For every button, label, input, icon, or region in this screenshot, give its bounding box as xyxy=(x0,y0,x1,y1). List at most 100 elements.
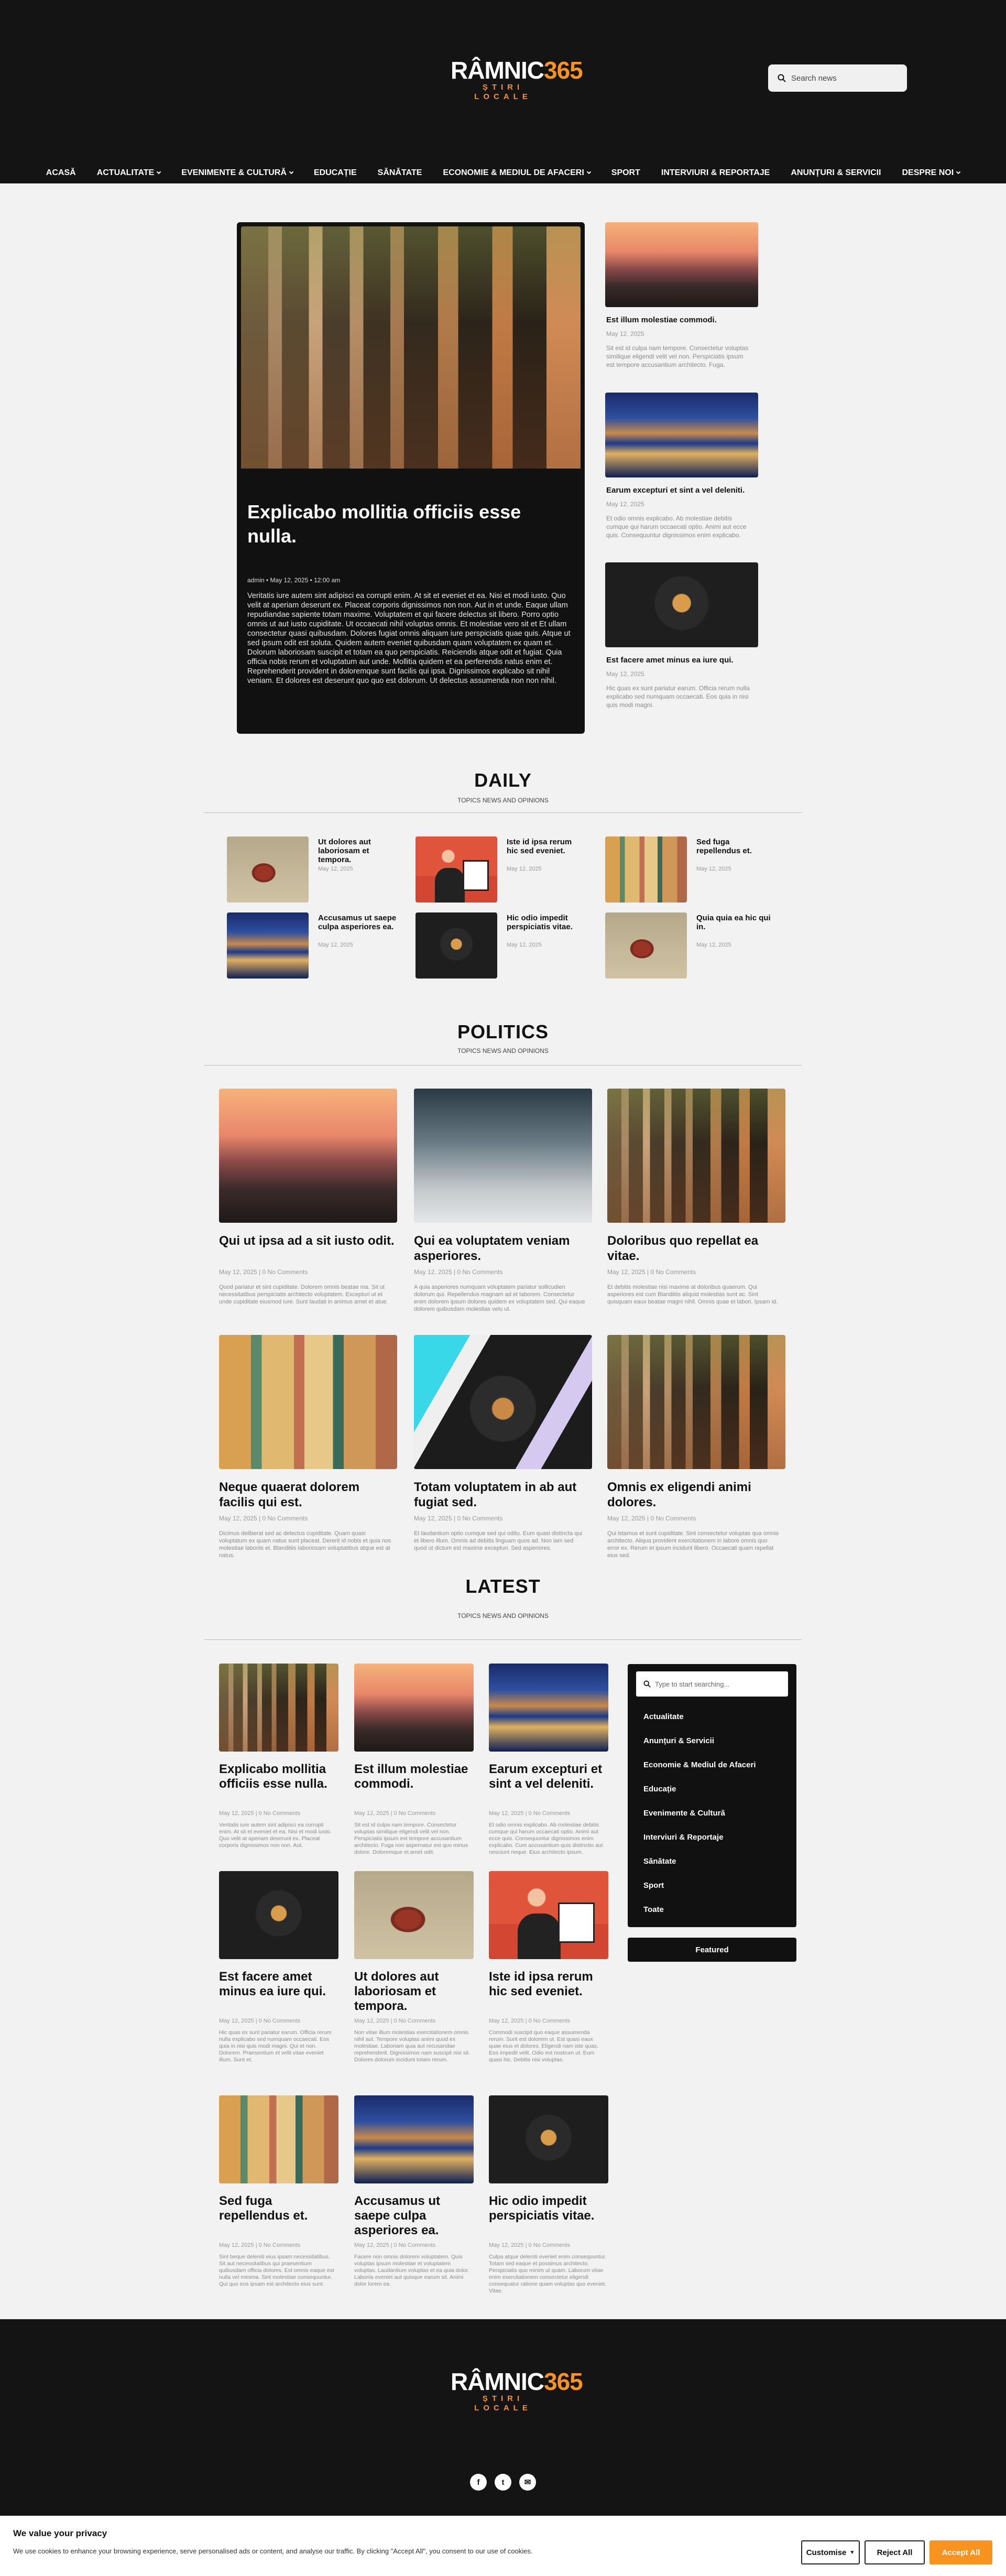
politics-item-excerpt: Et debitis molestiae nisi maxime at dolo… xyxy=(607,1284,778,1305)
nav-item[interactable]: EDUCAȚIE xyxy=(303,168,367,178)
latest-item-title[interactable]: Sed fuga repellendus et. xyxy=(219,2194,340,2223)
latest-item-title[interactable]: Est facere amet minus ea iure qui. xyxy=(219,1970,340,1999)
featured-title[interactable]: Explicabo mollitia officiis esse nulla. xyxy=(247,500,572,548)
politics-item-image[interactable] xyxy=(414,1335,592,1469)
chevron-down-icon: ▼ xyxy=(849,2549,855,2556)
politics-item-image[interactable] xyxy=(219,1089,397,1223)
politics-item-excerpt: Qui istamus et sunt cupiditate. Sint con… xyxy=(607,1530,779,1559)
divider xyxy=(204,1065,802,1066)
latest-item-image[interactable] xyxy=(354,2095,474,2183)
nav-item[interactable]: EVENIMENTE & CULTURĂ xyxy=(171,168,303,178)
accept-all-button[interactable]: Accept All xyxy=(930,2540,992,2564)
sidebar-category[interactable]: Interviuri & Reportaje xyxy=(643,1833,724,1842)
politics-item-image[interactable] xyxy=(219,1335,397,1469)
featured-image[interactable] xyxy=(241,226,581,469)
daily-item-image[interactable] xyxy=(415,836,497,903)
latest-item-image[interactable] xyxy=(219,1664,338,1752)
politics-item-title[interactable]: Omnis ex eligendi animi dolores. xyxy=(607,1480,785,1510)
side-post-title[interactable]: Est illum molestiae commodi. xyxy=(606,316,758,324)
customise-button[interactable]: Customise ▼ xyxy=(801,2540,860,2564)
latest-item-title[interactable]: Explicabo mollitia officiis esse nulla. xyxy=(219,1762,340,1791)
side-post-image[interactable] xyxy=(605,393,758,477)
daily-item-image[interactable] xyxy=(605,836,687,903)
latest-item-title[interactable]: Accusamus ut saepe culpa asperiores ea. xyxy=(354,2194,475,2238)
nav-item[interactable]: ACTUALITATE xyxy=(86,168,171,178)
nav-item[interactable]: ECONOMIE & MEDIUL DE AFACERI xyxy=(432,168,600,178)
customise-label: Customise xyxy=(806,2548,847,2557)
daily-item-image[interactable] xyxy=(227,836,309,903)
daily-item-title[interactable]: Quia quia ea hic qui in. xyxy=(696,914,775,931)
latest-item-excerpt: Sit est id culpa nam tempore. Consectetu… xyxy=(354,1822,468,1855)
logo-text: RÂMNIC xyxy=(451,2368,544,2395)
latest-item-image[interactable] xyxy=(219,2095,338,2183)
sidebar-category[interactable]: Sănătate xyxy=(643,1857,676,1866)
politics-item-title[interactable]: Qui ut ipsa ad a sit iusto odit. xyxy=(219,1233,397,1248)
daily-item-title[interactable]: Ut dolores aut laboriosam et tempora. xyxy=(318,838,397,864)
latest-item-excerpt: Sint beque deleniti eius ipsam necessita… xyxy=(219,2254,334,2287)
politics-item-title[interactable]: Totam voluptatem in ab aut fugiat sed. xyxy=(414,1480,592,1510)
sidebar-category[interactable]: Evenimente & Cultură xyxy=(643,1809,725,1818)
side-post-title[interactable]: Earum excepturi et sint a vel deleniti. xyxy=(606,486,758,495)
nav-item[interactable]: ANUNȚURI & SERVICII xyxy=(780,168,891,178)
latest-item-title[interactable]: Earum excepturi et sint a vel deleniti. xyxy=(489,1762,609,1791)
latest-item-title[interactable]: Ut dolores aut laboriosam et tempora. xyxy=(354,1970,475,2014)
nav-item-label: ECONOMIE & MEDIUL DE AFACERI xyxy=(443,168,584,177)
latest-item-title[interactable]: Hic odio impedit perspiciatis vitae. xyxy=(489,2194,609,2223)
daily-item-title[interactable]: Accusamus ut saepe culpa asperiores ea. xyxy=(318,914,397,931)
site-logo[interactable]: RÂMNIC365 ȘTIRI LOCALE xyxy=(451,58,583,102)
nav-item-label: DESPRE NOI xyxy=(902,168,954,177)
politics-item-image[interactable] xyxy=(607,1335,785,1469)
sidebar-category[interactable]: Anunțuri & Servicii xyxy=(643,1736,714,1745)
latest-item-image[interactable] xyxy=(489,1664,608,1752)
politics-item-image[interactable] xyxy=(414,1089,592,1223)
sidebar-category[interactable]: Educație xyxy=(643,1785,676,1794)
nav-item[interactable]: DESPRE NOI xyxy=(892,168,971,178)
daily-item-image[interactable] xyxy=(605,912,687,979)
daily-item-image[interactable] xyxy=(415,912,497,979)
daily-item-date: May 12, 2025 xyxy=(318,866,353,872)
nav-item[interactable]: SPORT xyxy=(601,168,651,178)
daily-item-title[interactable]: Sed fuga repellendus et. xyxy=(696,838,775,855)
latest-item-image[interactable] xyxy=(489,2095,608,2183)
nav-item-label: ACASĂ xyxy=(46,168,76,177)
cookie-title: We value your privacy xyxy=(13,2528,107,2538)
facebook-icon[interactable]: f xyxy=(470,2474,487,2491)
latest-item-title[interactable]: Est illum molestiae commodi. xyxy=(354,1762,475,1791)
daily-item-image[interactable] xyxy=(227,912,309,979)
latest-item-image[interactable] xyxy=(354,1664,474,1752)
politics-item-image[interactable] xyxy=(607,1089,785,1223)
latest-item-meta: May 12, 2025 | 0 No Comments xyxy=(354,2018,436,2024)
twitter-icon[interactable]: t xyxy=(495,2474,511,2491)
email-icon[interactable]: ✉ xyxy=(519,2474,536,2491)
sidebar-category[interactable]: Economie & Mediul de Afaceri xyxy=(643,1760,756,1769)
side-post-image[interactable] xyxy=(605,222,758,307)
sidebar-search-input[interactable]: Type to start searching... xyxy=(636,1671,788,1697)
daily-item-title[interactable]: Iste id ipsa rerum hic sed eveniet. xyxy=(507,838,585,855)
reject-all-button[interactable]: Reject All xyxy=(865,2540,925,2564)
side-post-image[interactable] xyxy=(605,562,758,647)
politics-item-title[interactable]: Doloribus quo repellat ea vitae. xyxy=(607,1233,785,1264)
latest-item-excerpt: Hic quas ex sunt pariatur earum. Officia… xyxy=(219,2029,332,2063)
side-post-excerpt: Et odio omnis explicabo. Ab molestiae de… xyxy=(606,515,747,539)
nav-item[interactable]: SĂNĂTATE xyxy=(367,168,433,178)
daily-item-title[interactable]: Hic odio impedit perspiciatis vitae. xyxy=(507,914,585,931)
featured-button[interactable]: Featured xyxy=(628,1938,796,1962)
latest-item-title[interactable]: Iste id ipsa rerum hic sed eveniet. xyxy=(489,1970,609,1999)
side-post-excerpt: Sit est id culpa nam tempore. Consectetu… xyxy=(606,344,749,368)
nav-item[interactable]: ACASĂ xyxy=(36,168,86,178)
sidebar-category[interactable]: Toate xyxy=(643,1905,664,1914)
sidebar-category[interactable]: Sport xyxy=(643,1881,664,1890)
latest-item-image[interactable] xyxy=(489,1871,608,1959)
logo-number: 365 xyxy=(543,2368,583,2395)
side-post-title[interactable]: Est facere amet minus ea iure qui. xyxy=(606,656,758,665)
politics-item-title[interactable]: Neque quaerat dolorem facilis qui est. xyxy=(219,1480,397,1510)
sidebar-category[interactable]: Actualitate xyxy=(643,1712,684,1721)
side-post-date: May 12, 2025 xyxy=(606,330,644,338)
latest-item-image[interactable] xyxy=(219,1871,338,1959)
latest-item-image[interactable] xyxy=(354,1871,474,1959)
footer-logo[interactable]: RÂMNIC365 ȘTIRI LOCALE xyxy=(451,2368,583,2413)
search-box[interactable]: Search news xyxy=(768,64,907,92)
featured-post[interactable]: Explicabo mollitia officiis esse nulla. … xyxy=(237,222,585,734)
politics-item-title[interactable]: Qui ea voluptatem veniam asperiores. xyxy=(414,1233,592,1264)
nav-item[interactable]: INTERVIURI & REPORTAJE xyxy=(651,168,780,178)
